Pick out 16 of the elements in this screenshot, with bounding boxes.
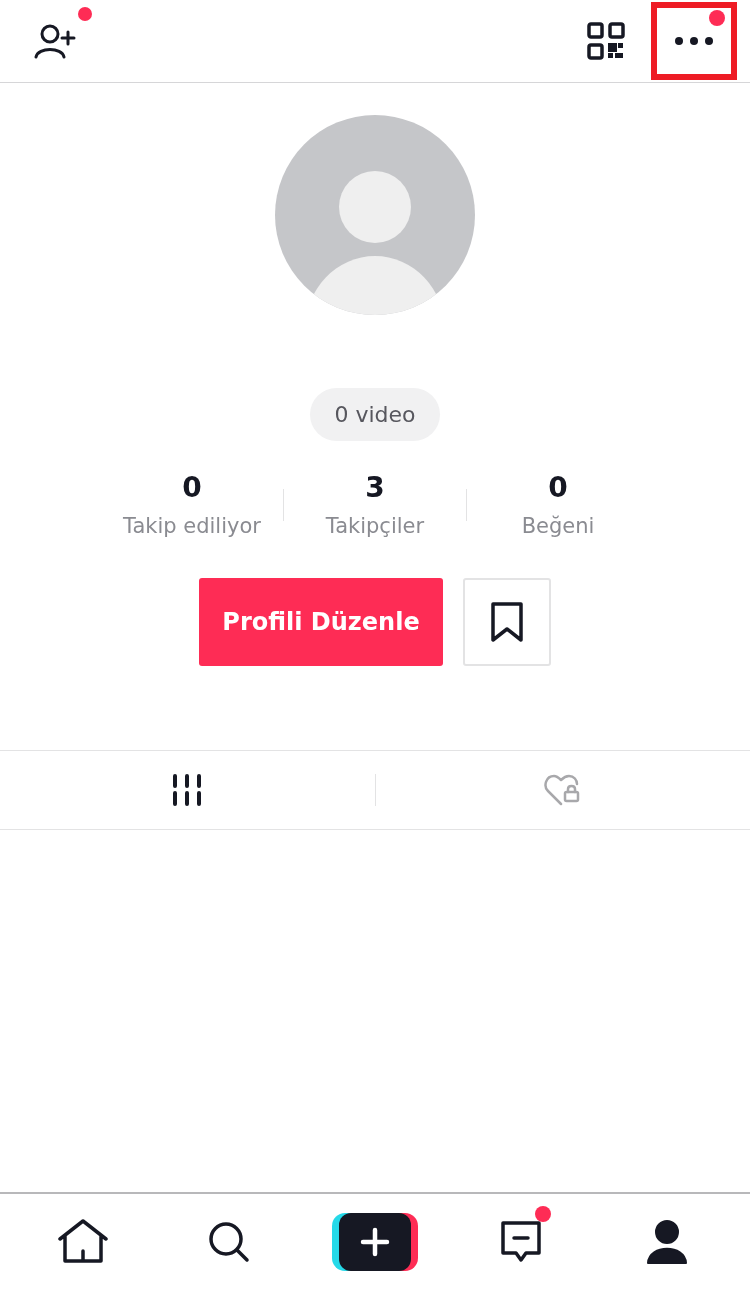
stat-value: 0 <box>182 471 202 504</box>
edit-profile-button[interactable]: Profili Düzenle <box>199 578 443 666</box>
stat-label: Takipçiler <box>325 514 425 538</box>
bookmark-icon <box>490 601 524 643</box>
stat-label: Takip ediliyor <box>123 514 261 538</box>
qr-code-button[interactable] <box>587 22 625 60</box>
bookmark-button[interactable] <box>463 578 551 666</box>
stat-value: 0 <box>548 471 568 504</box>
stat-label: Beğeni <box>521 514 595 538</box>
add-friend-button[interactable] <box>32 7 92 61</box>
more-icon <box>674 36 714 46</box>
video-count-badge: 0 video <box>310 388 440 441</box>
qr-code-icon <box>587 22 625 60</box>
more-button[interactable] <box>651 2 737 80</box>
avatar-placeholder-icon <box>275 115 475 315</box>
stat-value: 3 <box>365 471 385 504</box>
